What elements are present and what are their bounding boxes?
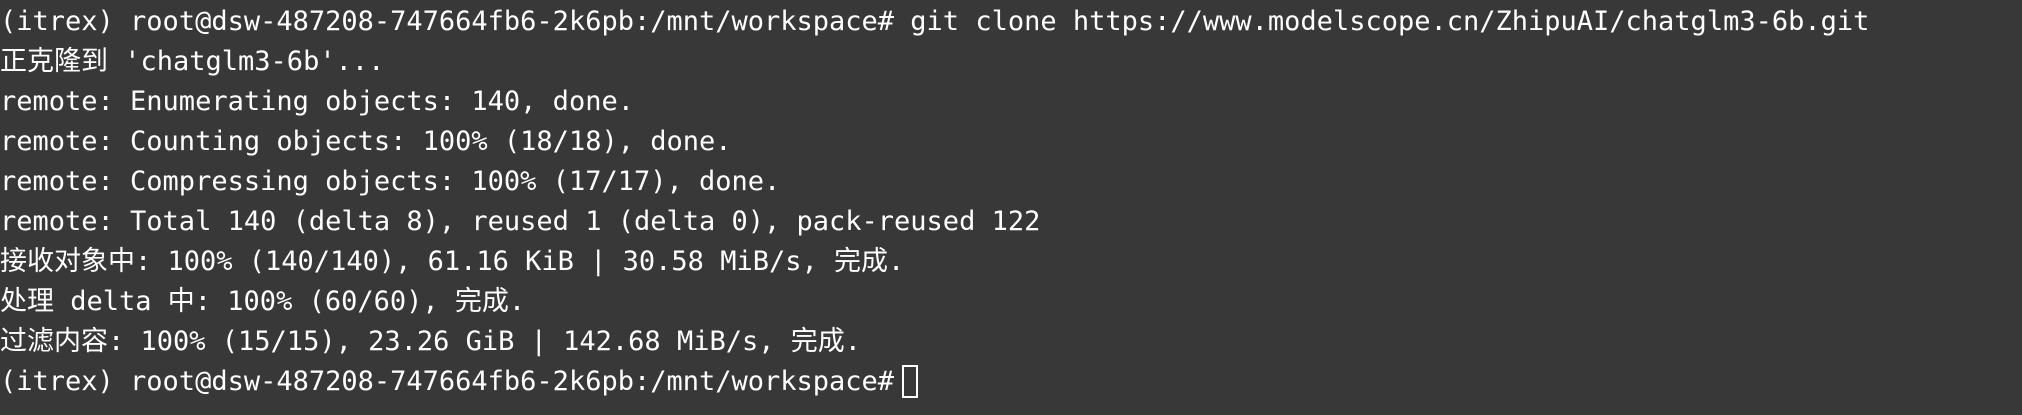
terminal-line-resolving-deltas: 处理 delta 中: 100% (60/60), 完成. bbox=[0, 286, 526, 317]
terminal-line-total: remote: Total 140 (delta 8), reused 1 (d… bbox=[0, 206, 1041, 237]
terminal-line-counting: remote: Counting objects: 100% (18/18), … bbox=[0, 126, 732, 157]
shell-prompt: (itrex) root@dsw-487208-747664fb6-2k6pb:… bbox=[0, 366, 895, 397]
terminal-line-filtering: 过滤内容: 100% (15/15), 23.26 GiB | 142.68 M… bbox=[0, 326, 861, 357]
text-cursor[interactable] bbox=[902, 365, 919, 398]
terminal-line-receiving: 接收对象中: 100% (140/140), 61.16 KiB | 30.58… bbox=[0, 246, 905, 277]
terminal-line-command: (itrex) root@dsw-487208-747664fb6-2k6pb:… bbox=[0, 6, 1870, 37]
terminal-line-enumerating: remote: Enumerating objects: 140, done. bbox=[0, 86, 634, 117]
terminal-line-compressing: remote: Compressing objects: 100% (17/17… bbox=[0, 166, 781, 197]
terminal-prompt-line[interactable]: (itrex) root@dsw-487208-747664fb6-2k6pb:… bbox=[0, 362, 2022, 402]
terminal-line-cloning: 正克隆到 'chatglm3-6b'... bbox=[0, 46, 385, 77]
terminal-window[interactable]: (itrex) root@dsw-487208-747664fb6-2k6pb:… bbox=[0, 0, 2022, 415]
